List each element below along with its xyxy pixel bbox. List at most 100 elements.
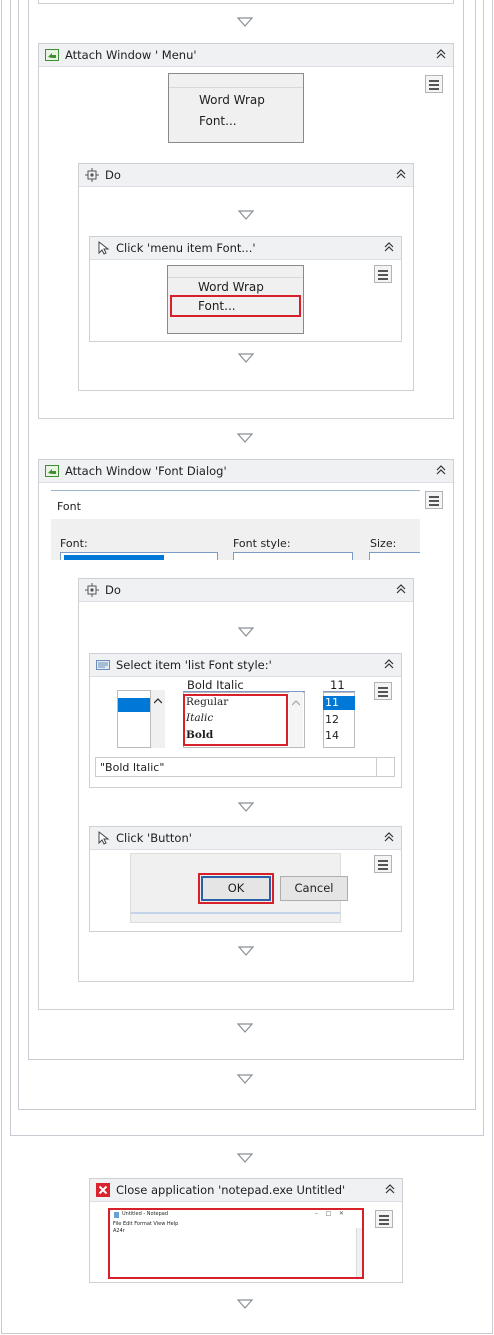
select-item-icon <box>96 660 110 670</box>
do-sequence-icon <box>85 583 99 597</box>
chevron-double-up-icon[interactable] <box>383 241 395 253</box>
style-scrollbar <box>289 692 303 747</box>
font-input <box>60 552 218 560</box>
triangle-down-icon <box>238 627 254 637</box>
menu-screenshot: Word Wrap Font... <box>168 73 304 143</box>
do-header[interactable]: Do <box>79 164 413 187</box>
do-title: Do <box>105 583 121 597</box>
activity-title: Attach Window ' Menu' <box>65 48 197 62</box>
triangle-down-icon <box>238 353 254 363</box>
triangle-down-icon <box>238 210 254 220</box>
chevron-double-up-icon[interactable] <box>435 464 447 476</box>
do-sequence-icon <box>85 168 99 182</box>
notepad-thumbnail: Untitled - Notepad – □ ✕ File Edit Forma… <box>108 1208 364 1279</box>
do-title: Do <box>105 168 121 182</box>
dialog-title: Font <box>57 500 81 513</box>
attach-window-font-dialog-activity[interactable]: Attach Window 'Font Dialog' Font Font: F… <box>38 459 454 1010</box>
size-current-value: 11 <box>330 678 345 692</box>
attach-window-icon <box>45 49 59 61</box>
font-label: Font: <box>60 537 88 550</box>
triangle-down-icon <box>237 1299 253 1309</box>
selected-value-text: "Bold Italic" <box>100 761 165 774</box>
mouse-cursor-icon <box>98 831 110 845</box>
chevron-double-up-icon[interactable] <box>384 1183 396 1195</box>
list-screenshot: Bold Italic Regular Italic Bold 11 11 12… <box>117 678 355 750</box>
chevron-double-up-icon[interactable] <box>395 583 407 595</box>
hamburger-menu-icon[interactable] <box>374 855 392 873</box>
scrollbar <box>151 690 165 748</box>
click-button-activity[interactable]: Click 'Button' OK Cancel <box>89 826 402 932</box>
triangle-down-icon <box>237 1153 253 1163</box>
font-dialog-screenshot: Font Font: Font style: Size: <box>51 490 420 560</box>
activity-header[interactable]: Click 'Button' <box>90 827 401 850</box>
thumb-text: A24r <box>113 1228 125 1234</box>
activity-title: Click 'menu item Font...' <box>116 241 256 255</box>
thumb-window-controls: – □ ✕ <box>315 1210 344 1217</box>
font-list <box>117 690 151 748</box>
button-screenshot: OK Cancel <box>130 853 348 923</box>
hamburger-menu-icon[interactable] <box>374 265 392 283</box>
menu-item-font: Font... <box>199 114 237 128</box>
size-option: 14 <box>325 729 339 742</box>
size-label: Size: <box>370 537 397 550</box>
click-menu-item-font-activity[interactable]: Click 'menu item Font...' Word Wrap Font… <box>89 236 402 342</box>
field-button[interactable] <box>376 758 394 776</box>
close-application-activity[interactable]: Close application 'notepad.exe Untitled'… <box>89 1178 403 1283</box>
activity-header[interactable]: Select item 'list Font style:' <box>90 654 401 677</box>
cancel-button-image: Cancel <box>280 876 348 901</box>
thumb-menu: File Edit Format View Help <box>113 1221 179 1227</box>
do-header[interactable]: Do <box>79 579 413 602</box>
activity-title: Click 'Button' <box>116 831 192 845</box>
style-current-value: Bold Italic <box>187 678 244 692</box>
triangle-down-icon <box>238 802 254 812</box>
select-item-activity[interactable]: Select item 'list Font style:' Bold Ital… <box>89 653 402 788</box>
thumb-scrollbar <box>356 1228 362 1277</box>
triangle-down-icon <box>237 433 253 443</box>
activity-title: Close application 'notepad.exe Untitled' <box>116 1183 346 1197</box>
chevron-double-up-icon[interactable] <box>383 831 395 843</box>
style-option-bold: Bold <box>186 729 214 741</box>
activity-header[interactable]: Attach Window ' Menu' <box>39 44 453 67</box>
do-sequence-1[interactable]: Do Click 'menu item Font...' Word Wrap F… <box>78 163 414 391</box>
dialog-bottom-edge <box>131 912 340 914</box>
triangle-down-icon <box>237 1074 253 1084</box>
menu-screenshot: Word Wrap Font... <box>167 265 304 334</box>
triangle-down-icon <box>238 946 254 956</box>
triangle-down-icon <box>237 1023 253 1033</box>
chevron-double-up-icon[interactable] <box>395 168 407 180</box>
hamburger-menu-icon[interactable] <box>375 1210 393 1228</box>
do-sequence-2[interactable]: Do Select item 'list Font style:' Bold I… <box>78 578 414 982</box>
ok-button-image: OK <box>201 876 271 901</box>
style-option-regular: Regular <box>186 696 229 708</box>
close-app-icon <box>96 1183 110 1197</box>
triangle-down-icon <box>237 17 253 27</box>
size-input <box>369 552 420 560</box>
activity-header[interactable]: Click 'menu item Font...' <box>90 237 401 260</box>
font-style-label: Font style: <box>233 537 291 550</box>
menu-separator <box>169 87 303 88</box>
selected-value-field[interactable]: "Bold Italic" <box>95 757 395 777</box>
previous-activity-card <box>38 0 454 4</box>
hamburger-menu-icon[interactable] <box>425 75 443 93</box>
mouse-cursor-icon <box>98 241 110 255</box>
menu-item-word-wrap: Word Wrap <box>198 280 264 294</box>
attach-window-icon <box>45 465 59 477</box>
chevron-double-up-icon[interactable] <box>435 48 447 60</box>
activity-header[interactable]: Close application 'notepad.exe Untitled' <box>90 1179 402 1202</box>
activity-title: Select item 'list Font style:' <box>116 658 272 672</box>
activity-title: Attach Window 'Font Dialog' <box>65 464 227 478</box>
thumb-icon <box>114 1212 119 1218</box>
menu-separator <box>168 277 303 278</box>
style-option-italic: Italic <box>186 712 214 724</box>
font-style-input <box>233 552 353 560</box>
hamburger-menu-icon[interactable] <box>374 682 392 700</box>
activity-header[interactable]: Attach Window 'Font Dialog' <box>39 460 453 483</box>
hamburger-menu-icon[interactable] <box>425 491 443 509</box>
menu-item-word-wrap: Word Wrap <box>199 93 265 107</box>
size-option: 11 <box>325 696 339 709</box>
attach-window-menu-activity[interactable]: Attach Window ' Menu' Word Wrap Font... … <box>38 43 454 419</box>
size-option: 12 <box>325 713 339 726</box>
chevron-double-up-icon[interactable] <box>383 658 395 670</box>
menu-item-font: Font... <box>198 299 236 313</box>
thumb-title: Untitled - Notepad <box>122 1211 169 1217</box>
